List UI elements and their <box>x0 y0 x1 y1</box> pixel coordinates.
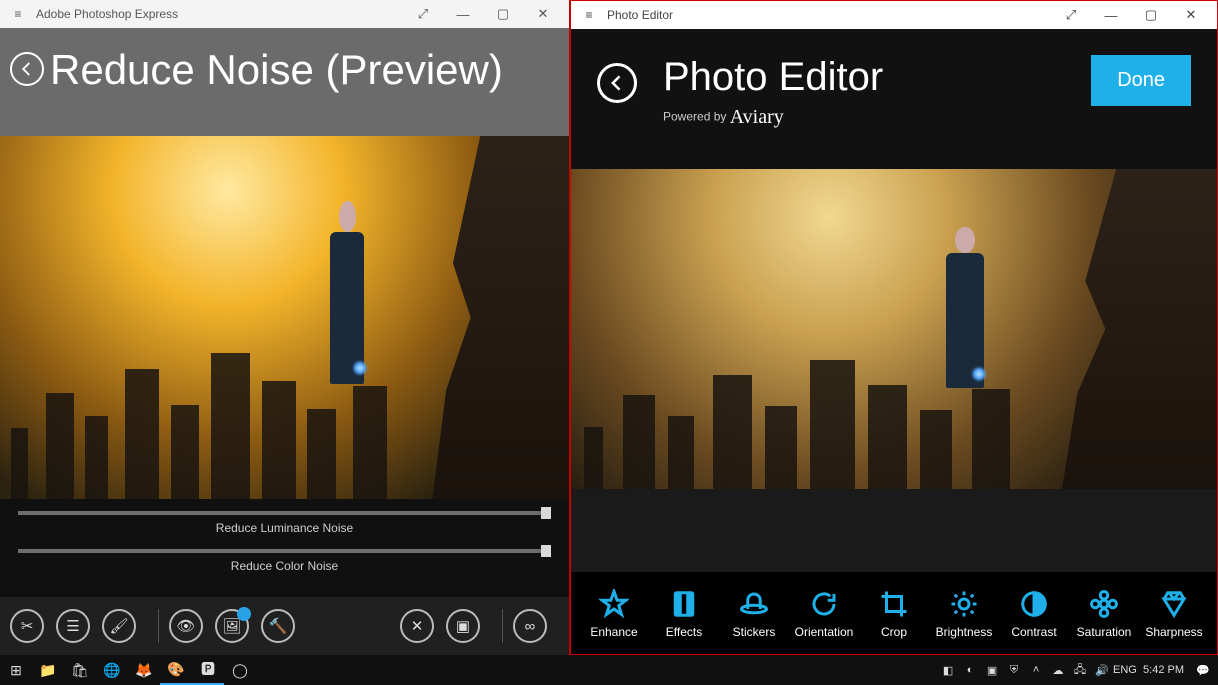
image-canvas[interactable] <box>571 169 1217 489</box>
share-icon[interactable]: ∞ <box>513 609 547 643</box>
sliders-panel: Reduce Luminance Noise Reduce Color Nois… <box>0 499 569 597</box>
hat-icon <box>719 587 789 621</box>
done-button[interactable]: Done <box>1091 55 1191 106</box>
sun-icon <box>929 587 999 621</box>
maximize-icon[interactable]: ▢ <box>1131 7 1171 23</box>
app-title: Adobe Photoshop Express <box>30 7 403 21</box>
tool-label: Brightness <box>929 625 999 639</box>
tool-enhance[interactable]: Enhance <box>579 587 649 639</box>
task-firefox[interactable]: 🦊 <box>128 655 160 685</box>
powered-by: Powered by Aviary <box>663 106 1091 129</box>
task-origin[interactable]: ◯ <box>224 655 256 685</box>
luminance-noise-slider[interactable] <box>18 511 551 515</box>
film-icon <box>649 587 719 621</box>
diamond-icon <box>1139 587 1209 621</box>
tray-chevron-up-icon[interactable]: ˄ <box>1025 664 1047 676</box>
minimize-icon[interactable]: — <box>443 7 483 22</box>
start-button[interactable]: ⊞ <box>0 655 32 685</box>
tool-label: Effects <box>649 625 719 639</box>
tool-contrast[interactable]: Contrast <box>999 587 1069 639</box>
expand-icon[interactable]: ⤢ <box>403 6 443 22</box>
back-button[interactable] <box>597 63 637 103</box>
tool-label: Contrast <box>999 625 1069 639</box>
tool-brightness[interactable]: Brightness <box>929 587 999 639</box>
notifications-icon[interactable]: 💬 <box>1192 664 1214 677</box>
hamburger-icon[interactable]: ≡ <box>6 7 30 21</box>
tool-orientation[interactable]: Orientation <box>789 587 859 639</box>
crop-icon <box>859 587 929 621</box>
page-header: Reduce Noise (Preview) <box>0 28 569 136</box>
tool-sharpness[interactable]: Sharpness <box>1139 587 1209 639</box>
task-edge[interactable]: 🌐 <box>96 655 128 685</box>
cancel-icon[interactable]: ✕ <box>400 609 434 643</box>
powered-brand: Aviary <box>730 106 784 128</box>
close-icon[interactable]: ✕ <box>523 6 563 22</box>
tool-effects[interactable]: Effects <box>649 587 719 639</box>
tray-shield-icon[interactable]: ⛨ <box>1003 664 1025 677</box>
clock[interactable]: 5:42 PM <box>1135 664 1192 676</box>
page-header: Photo Editor Powered by Aviary Done <box>571 29 1217 169</box>
tools-strip: Enhance Effects Stickers Orientation Cro… <box>571 572 1217 654</box>
color-noise-label: Reduce Color Noise <box>18 559 551 573</box>
tool-label: Enhance <box>579 625 649 639</box>
tray-onedrive-icon[interactable]: ☁ <box>1047 664 1069 677</box>
compare-icon[interactable]: ▣ <box>446 609 480 643</box>
page-title: Reduce Noise (Preview) <box>44 46 503 94</box>
luminance-noise-label: Reduce Luminance Noise <box>18 521 551 535</box>
tray-network-icon[interactable]: 🖧 <box>1069 661 1091 680</box>
tool-saturation[interactable]: Saturation <box>1069 587 1139 639</box>
crop-icon[interactable]: ✂ <box>10 609 44 643</box>
bottom-toolbar: ✂ ☰ 🖌 👁 🖼 🔨 ✕ ▣ ∞ <box>0 597 569 655</box>
titlebar-right: ≡ Photo Editor ⤢ — ▢ ✕ <box>571 1 1217 29</box>
task-photoshop[interactable]: 🅿 <box>192 655 224 685</box>
task-paint[interactable]: 🎨 <box>160 655 192 685</box>
taskbar: ⊞ 📁 🛍 🌐 🦊 🎨 🅿 ◯ ◧ ◐ ▣ ⛨ ˄ ☁ 🖧 🔊 ENG 5:42… <box>0 655 1218 685</box>
brush-icon[interactable]: 🖌 <box>102 609 136 643</box>
close-icon[interactable]: ✕ <box>1171 7 1211 23</box>
fix-icon[interactable]: 🔨 <box>261 609 295 643</box>
tray-icon[interactable]: ◐ <box>959 664 981 676</box>
flower-icon <box>1069 587 1139 621</box>
tray-lang[interactable]: ENG <box>1113 664 1135 676</box>
image-tool-icon[interactable]: 🖼 <box>215 609 249 643</box>
hamburger-icon[interactable]: ≡ <box>577 8 601 22</box>
tray-volume-icon[interactable]: 🔊 <box>1091 664 1113 677</box>
tool-crop[interactable]: Crop <box>859 587 929 639</box>
titlebar-left: ≡ Adobe Photoshop Express ⤢ — ▢ ✕ <box>0 0 569 28</box>
adjust-icon[interactable]: ☰ <box>56 609 90 643</box>
tray-icon[interactable]: ◧ <box>937 664 959 677</box>
tool-label: Stickers <box>719 625 789 639</box>
maximize-icon[interactable]: ▢ <box>483 6 523 22</box>
tool-label: Orientation <box>789 625 859 639</box>
rotate-icon <box>789 587 859 621</box>
tray-icon[interactable]: ▣ <box>981 664 1003 677</box>
back-button[interactable] <box>10 52 44 86</box>
redeye-icon[interactable]: 👁 <box>169 609 203 643</box>
color-noise-slider[interactable] <box>18 549 551 553</box>
expand-icon[interactable]: ⤢ <box>1051 7 1091 23</box>
tool-label: Crop <box>859 625 929 639</box>
page-title: Photo Editor <box>663 55 1091 100</box>
tool-label: Sharpness <box>1139 625 1209 639</box>
contrast-icon <box>999 587 1069 621</box>
app-title: Photo Editor <box>601 8 1051 22</box>
canvas-padding <box>571 489 1217 572</box>
tool-stickers[interactable]: Stickers <box>719 587 789 639</box>
minimize-icon[interactable]: — <box>1091 8 1131 23</box>
powered-prefix: Powered by <box>663 110 726 124</box>
task-store[interactable]: 🛍 <box>64 655 96 685</box>
tool-label: Saturation <box>1069 625 1139 639</box>
image-canvas[interactable] <box>0 136 569 499</box>
task-explorer[interactable]: 📁 <box>32 655 64 685</box>
star-icon <box>579 587 649 621</box>
